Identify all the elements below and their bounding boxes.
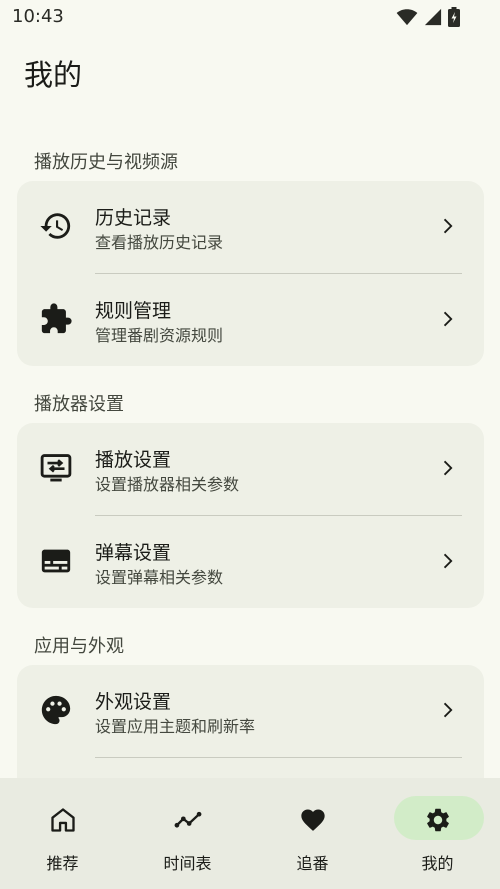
divider [95,757,462,758]
nav-label: 时间表 [163,854,212,873]
item-subtitle: 设置应用主题和刷新率 [95,717,256,736]
item-subtitle: 管理番剧资源规则 [95,326,224,345]
player-settings-icon [40,454,72,482]
nav-item-mine[interactable]: 我的 [375,778,500,889]
item-title: 规则管理 [95,300,172,322]
battery-icon [448,7,460,27]
settings-item-rules[interactable]: 规则管理 管理番剧资源规则 [17,274,484,366]
chevron-right-icon [443,702,453,718]
item-subtitle: 设置弹幕相关参数 [95,568,224,587]
card-history-source: 历史记录 查看播放历史记录 规则管理 管理番剧资源规则 [17,181,484,366]
settings-item-history[interactable]: 历史记录 查看播放历史记录 [17,181,484,273]
nav-item-following[interactable]: 追番 [250,778,375,889]
chevron-right-icon [443,460,453,476]
status-time: 10:43 [12,6,64,27]
item-subtitle: 查看播放历史记录 [95,233,224,252]
page-title: 我的 [24,58,83,92]
item-title: 弹幕设置 [95,542,172,564]
nav-label: 推荐 [46,854,79,873]
history-icon [40,213,71,239]
settings-item-playback[interactable]: 播放设置 设置播放器相关参数 [17,423,484,515]
wifi-icon [396,9,418,26]
nav-label: 追番 [296,854,329,873]
bottom-navigation: 推荐 时间表 追番 我的 [0,778,500,889]
nav-item-recommend[interactable]: 推荐 [0,778,125,889]
status-icons [396,7,460,27]
signal-icon [424,8,442,26]
status-bar: 10:43 [0,0,500,34]
home-icon [50,808,75,832]
screen: 10:43 我的 播放历史与视频源 历史记录 查看播放历史记录 规则管理 管理番… [0,0,500,889]
settings-item-appearance[interactable]: 外观设置 设置应用主题和刷新率 [17,665,484,757]
card-player: 播放设置 设置播放器相关参数 弹幕设置 设置弹幕相关参数 [17,423,484,608]
section-label-player: 播放器设置 [34,394,124,415]
nav-item-timetable[interactable]: 时间表 [125,778,250,889]
item-subtitle: 设置播放器相关参数 [95,475,240,494]
item-title: 外观设置 [95,691,172,713]
section-label-appearance: 应用与外观 [34,636,124,657]
nav-label: 我的 [421,854,454,873]
gear-icon [426,808,449,832]
item-title: 播放设置 [95,449,172,471]
chevron-right-icon [443,311,453,327]
settings-item-danmaku[interactable]: 弹幕设置 设置弹幕相关参数 [17,516,484,608]
item-title: 历史记录 [95,207,172,229]
palette-icon [41,695,71,725]
danmaku-icon [41,549,71,573]
heart-icon [300,809,325,831]
timeline-icon [174,811,201,828]
section-label-history-source: 播放历史与视频源 [34,152,178,173]
chevron-right-icon [443,553,453,569]
puzzle-icon [41,303,72,334]
chevron-right-icon [443,218,453,234]
